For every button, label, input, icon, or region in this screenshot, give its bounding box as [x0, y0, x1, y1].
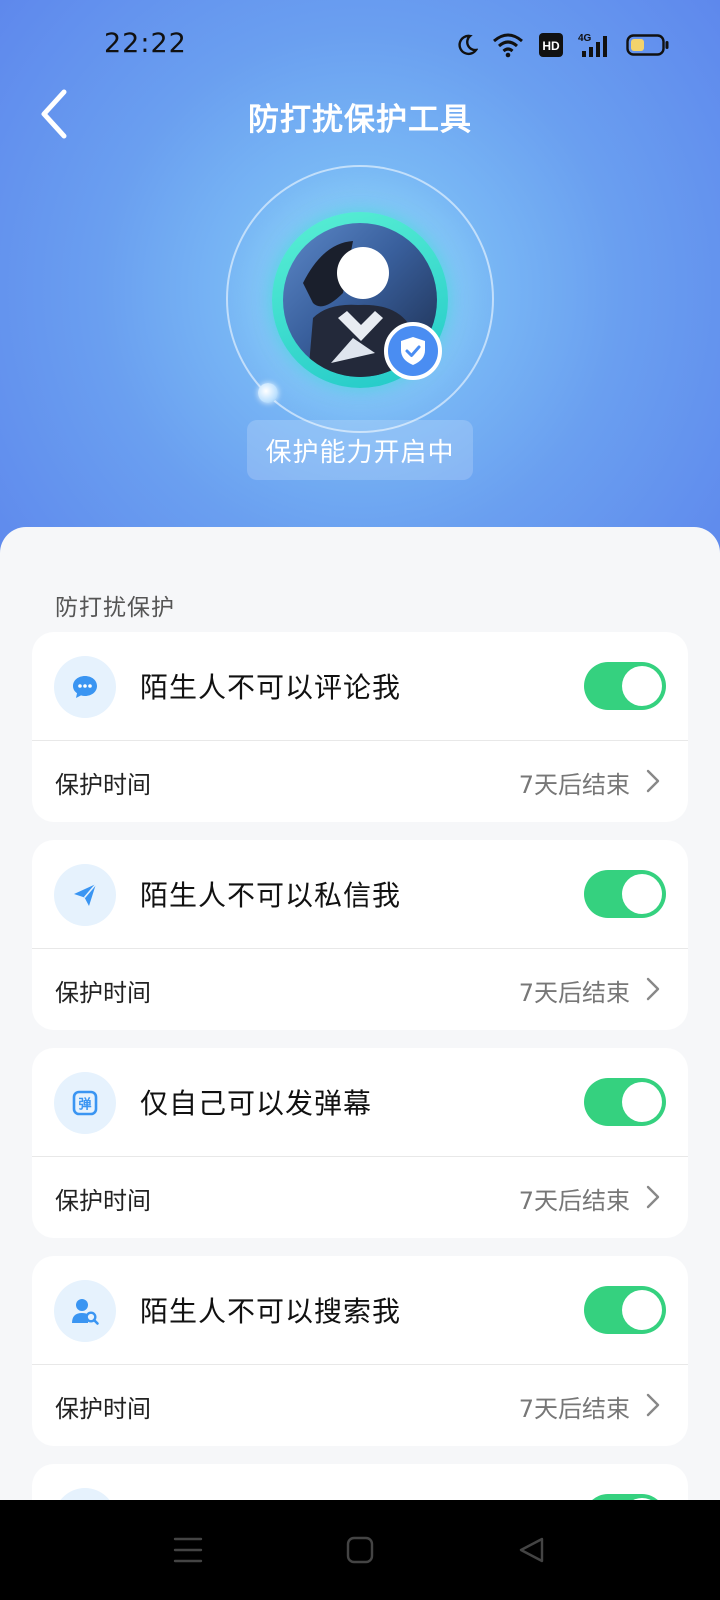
feature-icon [54, 656, 116, 718]
system-navigation-bar [0, 1500, 720, 1600]
protection-time-label: 保护时间 [55, 1187, 151, 1215]
toggle-knob [622, 1082, 662, 1122]
toggle-knob [622, 1290, 662, 1330]
chevron-right-icon [646, 769, 660, 793]
signal-4g-icon: 4G [578, 33, 607, 57]
toggle-knob [622, 666, 662, 706]
status-time: 22:22 [104, 28, 187, 59]
ring-indicator-dot [258, 383, 278, 403]
feature-label: 仅自己可以发弹幕 [140, 1087, 373, 1120]
chevron-right-icon [646, 977, 660, 1001]
feature-icon [54, 1488, 116, 1500]
comment-icon [73, 676, 97, 698]
feature-label: 陌生人不可以搜索我 [140, 1295, 402, 1328]
feature-card-danmaku: 弹 仅自己可以发弹幕 保护时间 7天后结束 [32, 1048, 688, 1238]
hd-icon: HD [539, 33, 563, 57]
feature-icon [54, 864, 116, 926]
network-label: 4G [578, 33, 592, 44]
send-icon [74, 883, 97, 906]
shield-check-icon [401, 337, 425, 365]
wifi-icon [493, 33, 523, 58]
chevron-right-icon [646, 1185, 660, 1209]
feature-toggle[interactable] [584, 1286, 666, 1334]
navigation-bar: 防打扰保护工具 [0, 84, 720, 148]
protection-time-label: 保护时间 [55, 979, 151, 1007]
feature-row: 陌生人不可以私信我 [32, 840, 688, 948]
danmaku-icon: 弹 [72, 1090, 98, 1116]
chevron-right-icon [646, 1393, 660, 1417]
feature-card-message: 陌生人不可以私信我 保护时间 7天后结束 [32, 840, 688, 1030]
shield-badge [384, 322, 442, 380]
feature-row [32, 1464, 688, 1500]
toggle-knob [622, 874, 662, 914]
protection-time-row[interactable]: 保护时间 7天后结束 [32, 1157, 688, 1238]
status-bar: 22:22 HD 4G [0, 0, 720, 88]
protection-status: 保护能力开启中 [247, 420, 473, 480]
feature-card-comment: 陌生人不可以评论我 保护时间 7天后结束 [32, 632, 688, 822]
feature-label: 陌生人不可以评论我 [140, 671, 402, 704]
home-icon[interactable] [344, 1534, 376, 1566]
hd-label: HD [542, 39, 560, 53]
protection-time-value: 7天后结束 [518, 1395, 630, 1423]
feature-label: 陌生人不可以私信我 [140, 879, 402, 912]
danmaku-icon-text: 弹 [78, 1097, 91, 1113]
protection-time-label: 保护时间 [55, 771, 151, 799]
feature-card-search: 陌生人不可以搜索我 保护时间 7天后结束 [32, 1256, 688, 1446]
screen: 22:22 HD 4G 防打扰保护工具 保护能力开启中 防打扰保护 陌生人不可以… [0, 0, 720, 1500]
protection-time-value: 7天后结束 [518, 771, 630, 799]
section-title: 防打扰保护 [55, 595, 175, 621]
status-icons: HD 4G [456, 30, 670, 60]
moon-icon [458, 34, 478, 56]
feature-toggle[interactable] [584, 662, 666, 710]
feature-icon [54, 1280, 116, 1342]
protection-time-row[interactable]: 保护时间 7天后结束 [32, 949, 688, 1030]
feature-card-partial [32, 1464, 688, 1500]
protection-time-row[interactable]: 保护时间 7天后结束 [32, 741, 688, 822]
battery-icon [626, 34, 669, 56]
page-title: 防打扰保护工具 [248, 102, 472, 138]
feature-row: 陌生人不可以搜索我 [32, 1256, 688, 1364]
protection-time-row[interactable]: 保护时间 7天后结束 [32, 1365, 688, 1446]
feature-toggle[interactable] [584, 870, 666, 918]
protection-time-value: 7天后结束 [518, 1187, 630, 1215]
protection-time-value: 7天后结束 [518, 979, 630, 1007]
feature-toggle[interactable] [584, 1078, 666, 1126]
feature-icon: 弹 [54, 1072, 116, 1134]
back-triangle-icon[interactable] [516, 1534, 548, 1566]
user-search-icon [72, 1299, 99, 1325]
menu-icon[interactable] [172, 1534, 204, 1566]
protection-time-label: 保护时间 [55, 1395, 151, 1423]
feature-row: 陌生人不可以评论我 [32, 632, 688, 740]
feature-row: 弹 仅自己可以发弹幕 [32, 1048, 688, 1156]
